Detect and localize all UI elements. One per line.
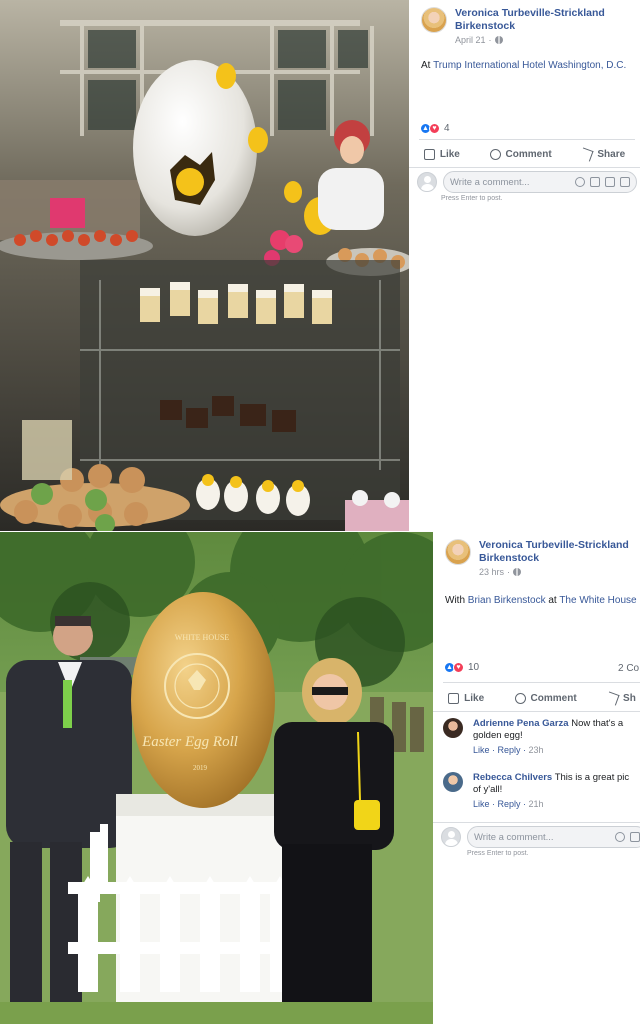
post-date[interactable]: 23 hrs — [479, 567, 504, 577]
post1-comment-row: Write a comment... — [417, 171, 637, 193]
comment-label: Comment — [530, 692, 577, 704]
like-button[interactable]: Like — [448, 692, 485, 704]
love-reaction-icon: ♥ — [429, 123, 440, 134]
post2-divider-top — [443, 682, 640, 683]
post-text-prefix: At — [421, 60, 431, 71]
comment-like-link[interactable]: Like — [473, 745, 490, 755]
comment-icon — [514, 692, 526, 704]
egg-text-script: Easter Egg Roll — [141, 734, 238, 750]
comment-button[interactable]: Comment — [489, 148, 552, 160]
dessert-display-photo[interactable] — [0, 0, 409, 531]
comment-text: Rebecca Chilvers This is a great pic of … — [473, 772, 638, 796]
tagged-user-link[interactable]: Brian Birkenstock — [468, 595, 546, 606]
author-avatar[interactable] — [421, 7, 447, 33]
egg-text-top: WHITE HOUSE — [175, 633, 230, 642]
emoji-icon[interactable] — [575, 177, 585, 187]
location-link[interactable]: Trump International Hotel Washington, D.… — [433, 60, 626, 71]
comment-placeholder: Write a comment... — [450, 176, 530, 188]
comment-button[interactable]: Comment — [514, 692, 577, 704]
gif-icon[interactable] — [605, 177, 615, 187]
share-button[interactable]: Share — [579, 146, 626, 162]
comments-count-link[interactable]: 2 Co — [618, 663, 639, 674]
meta-separator: · — [507, 567, 511, 577]
meta-separator: · — [488, 35, 492, 45]
comment-time[interactable]: 23h — [529, 745, 544, 755]
post-meta: April 21 · — [455, 35, 605, 45]
like-label: Like — [439, 148, 460, 160]
like-button[interactable]: Like — [423, 148, 460, 160]
post1-reactions[interactable]: ▲ ♥ 4 — [420, 123, 450, 134]
sticker-icon[interactable] — [620, 177, 630, 187]
author-name-line2[interactable]: Birkenstock — [455, 20, 605, 33]
post2-text: With Brian Birkenstock at The White Hous… — [445, 595, 637, 606]
author-avatar[interactable] — [445, 539, 471, 565]
post2-divider-mid — [433, 711, 640, 712]
reaction-count: 10 — [468, 662, 480, 673]
commenter-avatar[interactable] — [443, 772, 463, 792]
thumbs-up-icon — [448, 692, 460, 704]
share-label: Share — [597, 148, 626, 160]
author-name-line2[interactable]: Birkenstock — [479, 552, 629, 565]
current-user-avatar — [417, 172, 437, 192]
comment-icon — [489, 148, 501, 160]
comment-actions: Like · Reply · 23h — [473, 745, 544, 755]
author-name-line1[interactable]: Veronica Turbeville-Strickland — [479, 539, 629, 552]
share-icon — [605, 690, 620, 706]
comment-item: Adrienne Pena Garza Now that's a golden … — [443, 718, 638, 755]
comment-input[interactable]: Write a comment... — [443, 171, 637, 193]
current-user-avatar — [441, 827, 461, 847]
comment-actions: Like · Reply · 21h — [473, 799, 544, 809]
globe-icon — [513, 568, 522, 576]
comment-author[interactable]: Adrienne Pena Garza — [473, 718, 569, 729]
post2-actions: Like Comment Sh — [433, 689, 640, 707]
camera-icon[interactable] — [590, 177, 600, 187]
post2-header: Veronica Turbeville-Strickland Birkensto… — [445, 539, 629, 577]
love-reaction-icon: ♥ — [453, 662, 464, 673]
post-text-at: at — [548, 595, 557, 606]
reaction-count: 4 — [444, 123, 450, 134]
post-meta: 23 hrs · — [479, 567, 629, 577]
comment-label: Comment — [505, 148, 552, 160]
post1-divider-bottom — [409, 167, 640, 168]
comment-like-link[interactable]: Like — [473, 799, 490, 809]
post2-comment-row: Write a comment... — [441, 826, 640, 848]
post2-panel: Veronica Turbeville-Strickland Birkensto… — [433, 532, 640, 872]
comment-time[interactable]: 21h — [529, 799, 544, 809]
post-date[interactable]: April 21 — [455, 35, 486, 45]
like-label: Like — [464, 692, 485, 704]
comment-placeholder: Write a comment... — [474, 831, 554, 843]
camera-icon[interactable] — [630, 832, 640, 842]
post1-divider-top — [419, 139, 635, 140]
post1-panel: Veronica Turbeville-Strickland Birkensto… — [409, 0, 640, 531]
comment-author[interactable]: Rebecca Chilvers — [473, 772, 552, 783]
post1-header: Veronica Turbeville-Strickland Birkensto… — [421, 7, 605, 45]
share-label: Sh — [623, 692, 636, 704]
egg-text-year: 2019 — [193, 764, 208, 772]
thumbs-up-icon — [423, 148, 435, 160]
location-link[interactable]: The White House — [559, 595, 636, 606]
author-name-line1[interactable]: Veronica Turbeville-Strickland — [455, 7, 605, 20]
globe-icon — [494, 36, 503, 44]
post1-actions: Like Comment Share — [409, 145, 640, 163]
comment-reply-link[interactable]: Reply — [498, 799, 521, 809]
commenter-avatar[interactable] — [443, 718, 463, 738]
post2-hint: Press Enter to post. — [467, 850, 529, 857]
share-icon — [579, 146, 594, 162]
comment-text: Adrienne Pena Garza Now that's a golden … — [473, 718, 638, 742]
share-button[interactable]: Sh — [605, 690, 636, 706]
post1-hint: Press Enter to post. — [441, 195, 503, 202]
post2-divider-bottom — [433, 822, 640, 823]
post2-reactions[interactable]: ▲ ♥ 10 — [444, 662, 479, 673]
comment-item: Rebecca Chilvers This is a great pic of … — [443, 772, 638, 809]
comment-input[interactable]: Write a comment... — [467, 826, 640, 848]
post-text-prefix: With — [445, 595, 465, 606]
post1-text: At Trump International Hotel Washington,… — [421, 60, 626, 71]
emoji-icon[interactable] — [615, 832, 625, 842]
comment-reply-link[interactable]: Reply — [498, 745, 521, 755]
golden-egg-photo[interactable]: WHITE HOUSE Easter Egg Roll 2019 — [0, 532, 433, 1024]
